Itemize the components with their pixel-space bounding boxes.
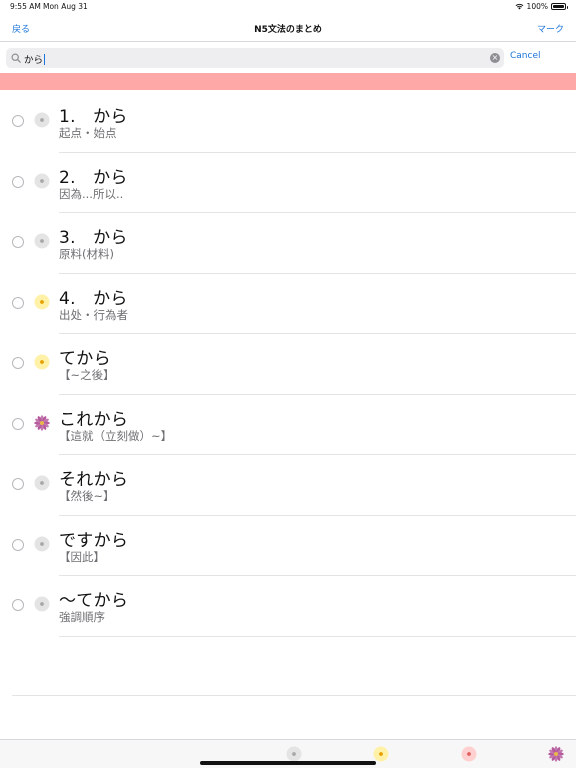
wifi-icon <box>515 3 523 10</box>
purple-flower-icon[interactable] <box>548 746 564 762</box>
gray-flower-icon[interactable] <box>34 596 50 612</box>
page-title: N5文法のまとめ <box>254 25 322 35</box>
gray-flower-icon[interactable] <box>34 475 50 491</box>
mark-button[interactable]: マーク <box>537 22 564 35</box>
yellow-flower-icon[interactable] <box>373 746 389 762</box>
item-title: ですから <box>59 530 129 551</box>
yellow-flower-icon[interactable] <box>34 354 50 370</box>
item-title: てから <box>59 349 111 369</box>
gray-flower-icon[interactable] <box>34 233 50 249</box>
list-item[interactable]: それから 【然後~】 <box>0 455 576 516</box>
select-radio[interactable] <box>12 236 24 248</box>
home-indicator <box>200 761 376 765</box>
list-item[interactable]: 1. から 起点・始点 <box>0 92 576 153</box>
list-item[interactable]: 2. から 因為...所以.. <box>0 153 576 213</box>
status-time: 9:55 AM <box>10 2 41 11</box>
item-title: これから <box>59 409 129 430</box>
gray-flower-icon[interactable] <box>34 173 50 189</box>
gray-flower-icon[interactable] <box>34 536 50 552</box>
list-item[interactable]: 4. から 出处・行為者 <box>0 274 576 334</box>
search-field[interactable]: から × <box>6 48 504 68</box>
select-radio[interactable] <box>12 175 24 188</box>
list-item[interactable]: ですから 【因此】 <box>0 516 576 576</box>
status-right: 100% <box>515 2 568 11</box>
yellow-flower-icon[interactable] <box>34 294 50 310</box>
battery-icon <box>551 3 568 10</box>
clear-search-icon[interactable]: × <box>490 53 500 63</box>
purple-flower-icon[interactable] <box>34 414 50 431</box>
search-icon <box>11 53 21 63</box>
item-title: 4. から <box>59 288 128 309</box>
list-item[interactable]: てから 【~之後】 <box>0 334 576 395</box>
list-item[interactable]: これから 【這就（立刻做）~】 <box>0 395 576 455</box>
item-subtitle: 【因此】 <box>59 549 105 564</box>
list-end-separator <box>12 695 576 696</box>
item-subtitle: 【這就（立刻做）~】 <box>59 428 173 443</box>
item-title: それから <box>59 470 129 490</box>
battery-percent: 100% <box>526 2 548 11</box>
item-subtitle: 強調順序 <box>59 610 105 624</box>
select-radio[interactable] <box>12 538 24 551</box>
status-bar: 9:55 AM Mon Aug 31 100% <box>0 0 576 14</box>
gray-flower-icon[interactable] <box>286 746 302 762</box>
search-input[interactable]: から <box>24 52 46 66</box>
highlight-band <box>0 73 576 90</box>
select-radio[interactable] <box>12 296 24 309</box>
status-date: Mon Aug 31 <box>43 2 88 11</box>
item-subtitle: 起点・始点 <box>59 126 117 140</box>
list-item[interactable]: ～てから 強調順序 <box>0 576 576 637</box>
item-title: 2. から <box>59 167 128 188</box>
item-subtitle: 【然後~】 <box>59 489 115 503</box>
item-subtitle: 出处・行為者 <box>59 307 128 322</box>
cancel-button[interactable]: Cancel <box>510 51 541 61</box>
item-subtitle: 因為...所以.. <box>59 186 124 201</box>
select-radio[interactable] <box>12 115 24 127</box>
item-title: 3. から <box>59 228 128 248</box>
select-radio[interactable] <box>12 478 24 490</box>
item-subtitle: 原料(材料) <box>59 247 114 261</box>
search-input-value: から <box>24 55 44 66</box>
item-title: 1. から <box>59 107 128 127</box>
text-caret <box>44 54 46 65</box>
select-radio[interactable] <box>12 599 24 611</box>
grammar-list: 1. から 起点・始点 2. から 因為...所以.. 3. から 原料(材料) 4. から… <box>0 92 576 637</box>
list-item[interactable]: 3. から 原料(材料) <box>0 213 576 274</box>
gray-flower-icon[interactable] <box>34 112 50 128</box>
select-radio[interactable] <box>12 357 24 369</box>
pink-flower-icon[interactable] <box>461 746 477 762</box>
navigation-bar: 戻る N5文法のまとめ マーク <box>0 14 576 42</box>
search-row: から × Cancel <box>0 44 576 70</box>
select-radio[interactable] <box>12 417 24 430</box>
item-subtitle: 【~之後】 <box>59 368 115 382</box>
item-title: ～てから <box>59 591 129 611</box>
row-separator <box>59 635 576 637</box>
